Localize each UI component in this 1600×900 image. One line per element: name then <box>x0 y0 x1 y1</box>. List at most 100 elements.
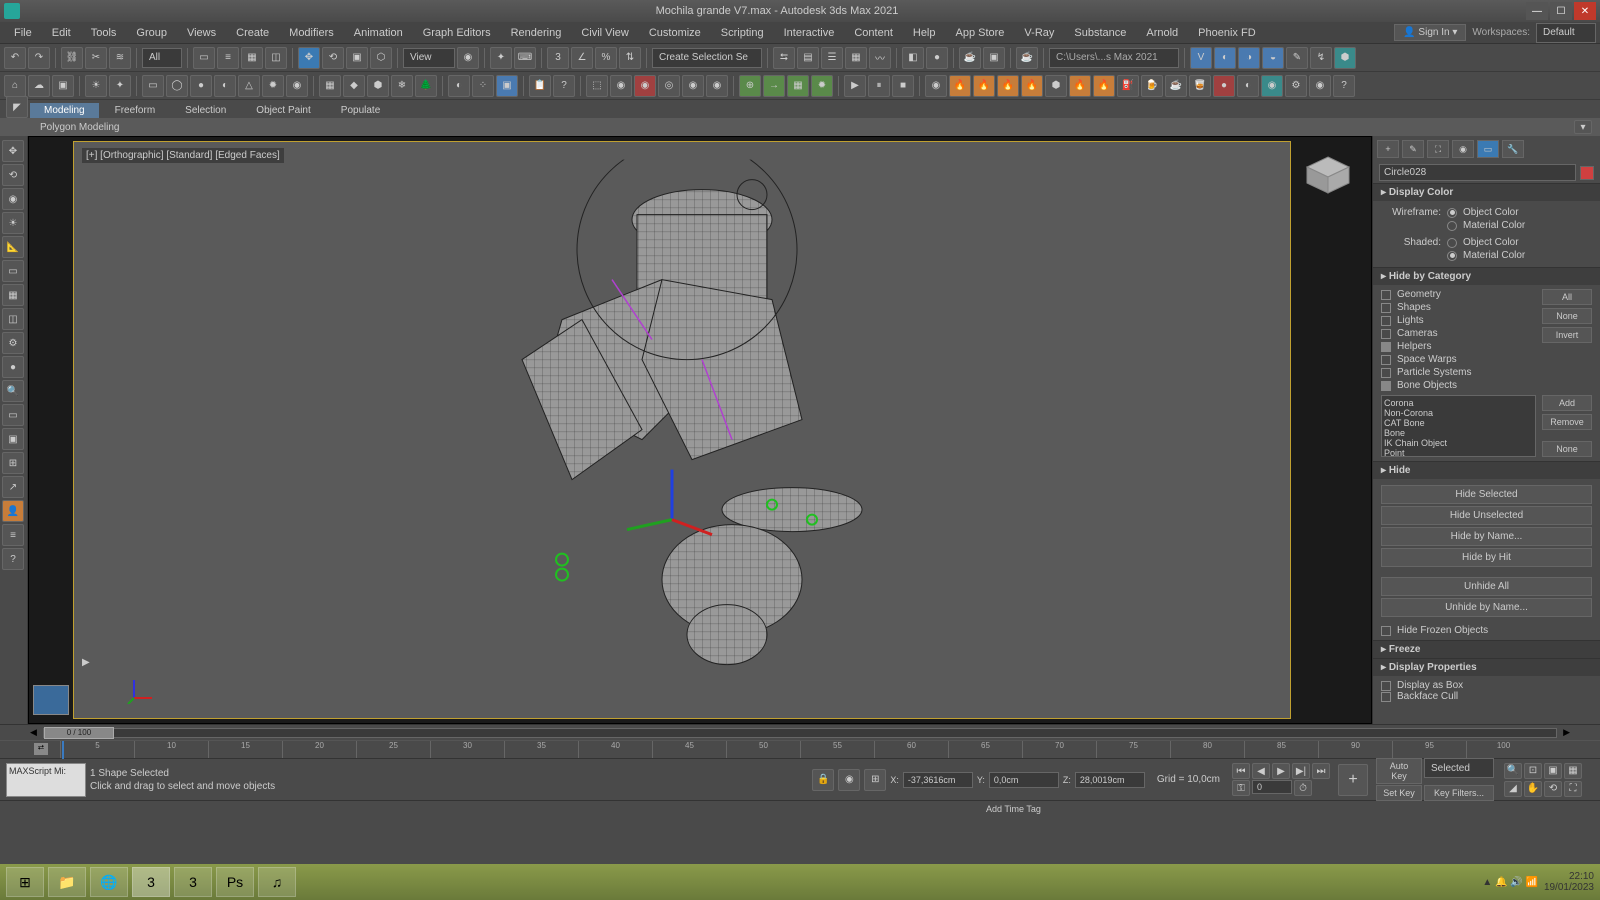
lt-17[interactable]: ≡ <box>2 524 24 546</box>
tb2-46[interactable]: ☕ <box>1165 75 1187 97</box>
tb2-47[interactable]: 🥃 <box>1189 75 1211 97</box>
tb2-26[interactable]: ◎ <box>658 75 680 97</box>
stop-button[interactable]: ■ <box>892 75 914 97</box>
auto-key-button[interactable]: Auto Key <box>1376 758 1422 784</box>
cat-none-button[interactable]: None <box>1542 308 1592 324</box>
object-color-swatch[interactable] <box>1580 166 1594 180</box>
set-key-button[interactable]: Set Key <box>1376 785 1422 801</box>
ribbon-tab-populate[interactable]: Populate <box>327 103 394 118</box>
viewport-label[interactable]: [+] [Orthographic] [Standard] [Edged Fac… <box>82 148 284 163</box>
isolate-button[interactable]: ◉ <box>838 769 860 791</box>
menu-phoenix-fd[interactable]: Phoenix FD <box>1188 22 1265 43</box>
create-tab[interactable]: + <box>1377 140 1399 158</box>
rollout-display-props[interactable]: ▸ Display Properties <box>1373 659 1600 676</box>
modify-tab[interactable]: ✎ <box>1402 140 1424 158</box>
project-path-input[interactable] <box>1049 48 1179 68</box>
pause-button[interactable]: ⏸ <box>868 75 890 97</box>
coord-x-input[interactable] <box>903 772 973 788</box>
plugin-item[interactable]: Corona <box>1384 398 1533 408</box>
fire-2[interactable]: 🔥 <box>973 75 995 97</box>
ribbon-opt-1[interactable]: ▾ <box>1574 120 1592 134</box>
viewport-thumbnail[interactable] <box>33 685 69 715</box>
tb2-9[interactable]: ◐ <box>214 75 236 97</box>
toggle-button[interactable]: ▦ <box>845 47 867 69</box>
tb2-13[interactable]: ▦ <box>319 75 341 97</box>
vray-button-7[interactable]: ⬢ <box>1334 47 1356 69</box>
vray-button-4[interactable]: ◒ <box>1262 47 1284 69</box>
key-mode-button[interactable]: ⚿ <box>1232 780 1250 796</box>
tb2-5[interactable]: ✦ <box>109 75 131 97</box>
menu-rendering[interactable]: Rendering <box>501 22 572 43</box>
move-button[interactable]: ✥ <box>298 47 320 69</box>
utilities-tab[interactable]: 🔧 <box>1502 140 1524 158</box>
time-indicator[interactable] <box>62 741 64 759</box>
fov-button[interactable]: ◢ <box>1504 781 1522 797</box>
display-box-check[interactable] <box>1381 681 1391 691</box>
orbit-button[interactable]: ⟲ <box>1544 781 1562 797</box>
cat-check-space-warps[interactable] <box>1381 355 1391 365</box>
menu-civil-view[interactable]: Civil View <box>571 22 638 43</box>
plugin-none-button[interactable]: None <box>1542 441 1592 457</box>
ribbon-tab-modeling[interactable]: Modeling <box>30 103 99 118</box>
lt-11[interactable]: 🔍 <box>2 380 24 402</box>
vray-button-2[interactable]: ◐ <box>1214 47 1236 69</box>
viewcube-icon[interactable] <box>1301 153 1355 197</box>
key-filters-button[interactable]: Key Filters... <box>1424 785 1494 801</box>
menu-modifiers[interactable]: Modifiers <box>279 22 344 43</box>
tb2-14[interactable]: ◆ <box>343 75 365 97</box>
plugin-item[interactable]: CAT Bone <box>1384 418 1533 428</box>
hide-btn-4[interactable]: Unhide All <box>1381 577 1592 596</box>
tb2-6[interactable]: ▭ <box>142 75 164 97</box>
set-key-big-button[interactable]: + <box>1338 764 1368 796</box>
fire-1[interactable]: 🔥 <box>949 75 971 97</box>
menu-edit[interactable]: Edit <box>42 22 81 43</box>
rollout-hide[interactable]: ▸ Hide <box>1373 462 1600 479</box>
object-name-input[interactable] <box>1379 164 1576 181</box>
tb2-31[interactable]: ▦ <box>787 75 809 97</box>
unlink-button[interactable]: ✂ <box>85 47 107 69</box>
lt-16[interactable]: 👤 <box>2 500 24 522</box>
render-setup-button[interactable]: ☕ <box>959 47 981 69</box>
rollout-freeze[interactable]: ▸ Freeze <box>1373 641 1600 658</box>
tb2-23[interactable]: ⬚ <box>586 75 608 97</box>
tb2-19[interactable]: ⁘ <box>472 75 494 97</box>
next-frame-button[interactable]: ▶| <box>1292 763 1310 779</box>
layers-button[interactable]: ☰ <box>821 47 843 69</box>
key-target-dropdown[interactable]: Selected <box>1424 758 1494 778</box>
tb2-51[interactable]: ⚙ <box>1285 75 1307 97</box>
cat-check-shapes[interactable] <box>1381 303 1391 313</box>
tb2-20[interactable]: ▣ <box>496 75 518 97</box>
lt-10[interactable]: ● <box>2 356 24 378</box>
frame-input[interactable] <box>1252 780 1292 794</box>
ribbon-tab-freeform[interactable]: Freeform <box>101 103 170 118</box>
menu-animation[interactable]: Animation <box>344 22 413 43</box>
zoom-button[interactable]: 🔍 <box>1504 763 1522 779</box>
link-button[interactable]: ⛓ <box>61 47 83 69</box>
angle-snap-button[interactable]: ∠ <box>571 47 593 69</box>
rotate-button[interactable]: ⟲ <box>322 47 344 69</box>
prev-frame-button[interactable]: ◀ <box>1252 763 1270 779</box>
undo-button[interactable]: ↶ <box>4 47 26 69</box>
goto-start-button[interactable]: ⏮ <box>1232 763 1250 779</box>
menu-scripting[interactable]: Scripting <box>711 22 774 43</box>
hide-btn-2[interactable]: Hide by Name... <box>1381 527 1592 546</box>
fire-5[interactable]: 🔥 <box>1069 75 1091 97</box>
rollout-display-color[interactable]: ▸ Display Color <box>1373 184 1600 201</box>
plugin-item[interactable]: Point <box>1384 448 1533 458</box>
ribbon-toggle[interactable]: ◤ <box>6 96 28 118</box>
plugin-item[interactable]: IK Chain Object <box>1384 438 1533 448</box>
ribbon-sub-label[interactable]: Polygon Modeling <box>30 122 130 133</box>
curve-editor-button[interactable]: 〰 <box>869 47 891 69</box>
fire-3[interactable]: 🔥 <box>997 75 1019 97</box>
maximize-button[interactable]: ☐ <box>1550 2 1572 20</box>
lt-12[interactable]: ▭ <box>2 404 24 426</box>
display-tab[interactable]: ▭ <box>1477 140 1499 158</box>
zoom-all-button[interactable]: ⊡ <box>1524 763 1542 779</box>
render-button[interactable]: ☕ <box>1016 47 1038 69</box>
wireframe-object-radio[interactable] <box>1447 208 1457 218</box>
tb2-8[interactable]: ● <box>190 75 212 97</box>
wireframe-material-radio[interactable] <box>1447 221 1457 231</box>
menu-v-ray[interactable]: V-Ray <box>1014 22 1064 43</box>
snap-button[interactable]: 3 <box>547 47 569 69</box>
menu-group[interactable]: Group <box>126 22 177 43</box>
